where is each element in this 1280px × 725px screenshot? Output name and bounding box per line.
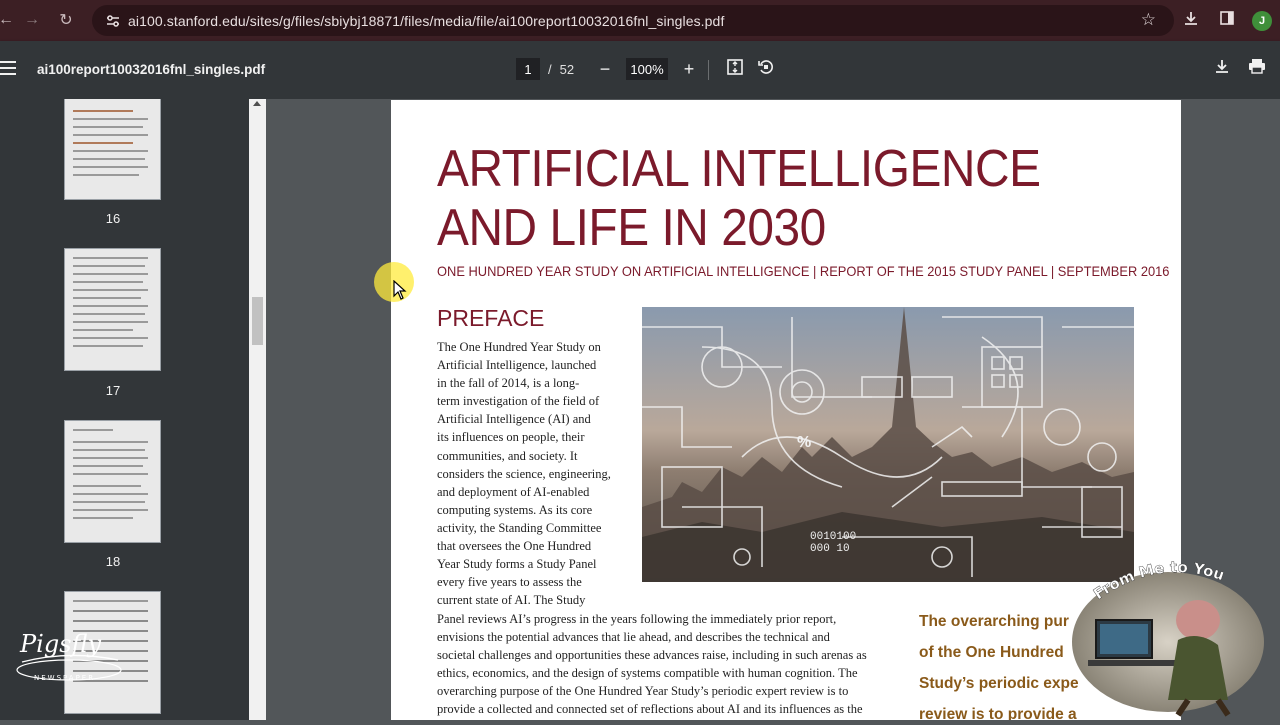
text-line: Year Study forms a Study Panel: [437, 557, 597, 572]
text-line: activity, the Standing Committee: [437, 520, 602, 535]
title-line-1: ARTIFICIAL INTELLIGENCE: [437, 140, 1041, 198]
address-bar[interactable]: ai100.stanford.edu/sites/g/files/sbiybj1…: [92, 5, 1174, 36]
bookmark-star-icon[interactable]: ☆: [1141, 10, 1156, 30]
text-line: The One Hundred Year Study on: [437, 340, 601, 354]
avatar[interactable]: J: [1252, 10, 1272, 31]
side-panel-icon[interactable]: [1216, 10, 1238, 31]
document-subtitle: ONE HUNDRED YEAR STUDY ON ARTIFICIAL INT…: [437, 263, 1170, 279]
page-total: 52: [559, 61, 575, 77]
text-line: communities, and society. It: [437, 448, 578, 463]
text-line: current state of AI. The Study: [437, 593, 586, 608]
page-number-input[interactable]: 1: [516, 58, 540, 80]
zoom-input[interactable]: 100%: [626, 58, 668, 80]
preface-heading: PREFACE: [437, 305, 545, 331]
text-line: overarching purpose of the One Hundred Y…: [437, 684, 849, 699]
pull-quote-line: The overarching pur: [919, 613, 1069, 630]
hero-percent-text: %: [797, 434, 811, 451]
print-icon[interactable]: [1246, 58, 1268, 79]
preface-continuation: Panel reviews AI’s progress in the years…: [437, 610, 907, 719]
thumbnail-label: 17: [105, 383, 121, 398]
pull-quote-line: review is to provide a: [919, 706, 1077, 720]
pdf-page: ARTIFICIAL INTELLIGENCE AND LIFE IN 2030…: [391, 100, 1181, 720]
title-line-2: AND LIFE IN 2030: [437, 199, 826, 257]
download-icon[interactable]: [1211, 58, 1233, 79]
zoom-in-icon[interactable]: +: [680, 59, 698, 80]
text-line: term investigation of the field of: [437, 394, 600, 409]
text-line: societal challenges and opportunities th…: [437, 648, 867, 663]
text-line: in the fall of 2014, is a long-: [437, 376, 580, 391]
document-name: ai100report10032016fnl_singles.pdf: [37, 62, 266, 77]
toolbar-divider: [708, 60, 709, 80]
zoom-out-icon[interactable]: −: [596, 59, 614, 80]
site-settings-icon[interactable]: [98, 14, 128, 27]
thumbnail-label: 16: [105, 211, 121, 226]
reload-icon[interactable]: ↻: [50, 4, 82, 36]
page-thumbnail-17[interactable]: [64, 248, 161, 371]
rotate-icon[interactable]: [755, 58, 777, 81]
logo-text: Pigsfly: [19, 630, 102, 658]
text-line: Artificial Intelligence, launched: [437, 358, 597, 373]
text-line: its influences on people, their: [437, 430, 585, 445]
page-thumbnail-16[interactable]: [64, 99, 161, 200]
pull-quote: The overarching pur of the One Hundred S…: [919, 606, 1079, 720]
scroll-up-icon[interactable]: [253, 101, 261, 106]
zoom-controls: − 100% +: [596, 58, 698, 80]
hero-binary-text: 0010100 000 10: [810, 531, 856, 555]
text-line: considers the science, engineering,: [437, 466, 611, 481]
hero-illustration: % 0010100 000 10: [642, 307, 1134, 582]
page-separator: /: [548, 61, 552, 77]
preface-column: The One Hundred Year Study on Artificial…: [437, 338, 627, 609]
pull-quote-line: of the One Hundred: [919, 644, 1064, 661]
text-line: ethics, economics, and the design of sys…: [437, 666, 858, 681]
scroll-thumb[interactable]: [252, 297, 263, 345]
text-line: Artificial Intelligence (AI) and: [437, 412, 591, 427]
fit-page-icon[interactable]: [724, 58, 746, 81]
text-line: every five years to assess the: [437, 575, 582, 590]
browser-toolbar: ← → ↻ ai100.stanford.edu/sites/g/files/s…: [0, 0, 1280, 41]
thumbnail-label: 18: [105, 554, 121, 569]
menu-icon[interactable]: [0, 61, 16, 75]
download-icon[interactable]: [1180, 10, 1202, 31]
forward-icon[interactable]: →: [16, 4, 48, 36]
text-line: computing systems. As its core: [437, 502, 593, 517]
text-line: that oversees the One Hundred: [437, 539, 592, 554]
page-thumbnail-18[interactable]: [64, 420, 161, 543]
text-line: provide a collected and connected set of…: [437, 702, 863, 717]
pdf-toolbar: ai100report10032016fnl_singles.pdf 1 / 5…: [0, 41, 1280, 99]
page-selector: 1 / 52: [516, 58, 574, 80]
mouse-cursor-icon: [393, 279, 407, 305]
pull-quote-line: Study’s periodic expe: [919, 675, 1079, 692]
url-text: ai100.stanford.edu/sites/g/files/sbiybj1…: [128, 12, 725, 29]
text-line: Panel reviews AI’s progress in the years…: [437, 612, 837, 626]
from-me-to-you-badge: From Me to You: [1068, 558, 1268, 720]
logo-subtext: NEWSPAPER: [34, 674, 95, 682]
document-title: ARTIFICIAL INTELLIGENCE AND LIFE IN 2030: [437, 140, 1041, 258]
pigsfly-logo: Pigsfly NEWSPAPER: [14, 620, 124, 690]
sidebar-scrollbar[interactable]: [249, 99, 266, 720]
text-line: envisions the potential advances that li…: [437, 630, 830, 645]
text-line: and deployment of AI-enabled: [437, 484, 590, 499]
